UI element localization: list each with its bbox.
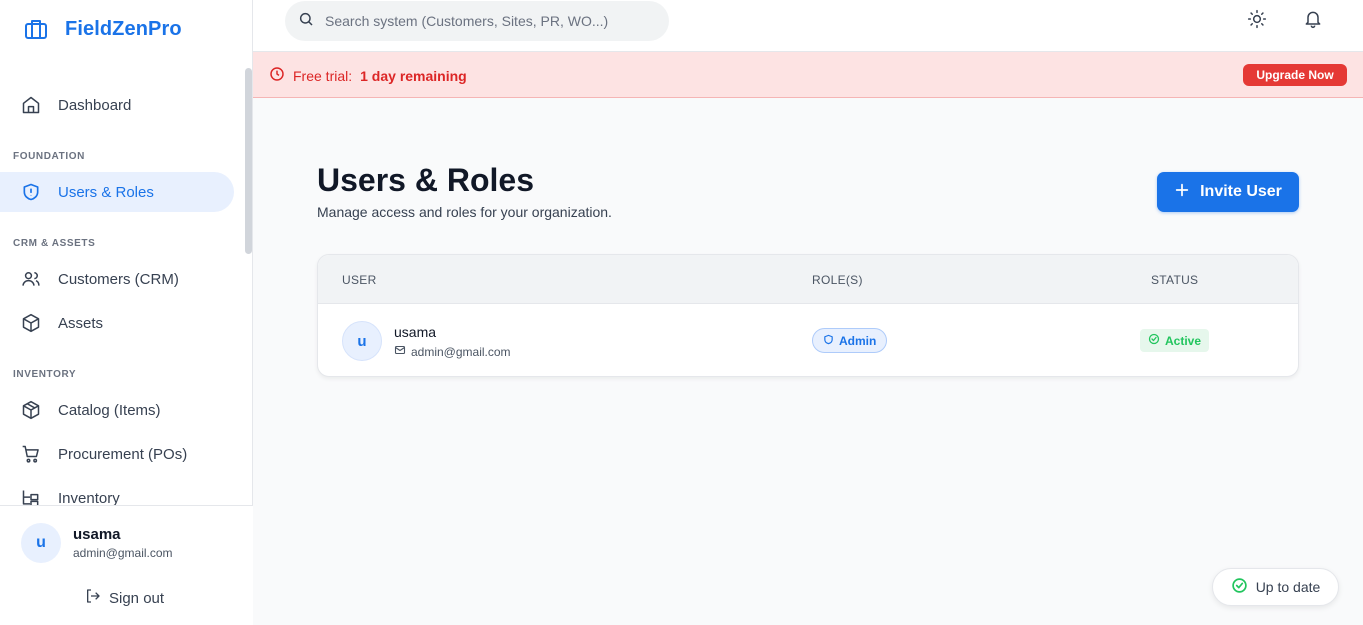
sync-status-label: Up to date (1255, 579, 1321, 595)
brand[interactable]: FieldZenPro (24, 16, 182, 42)
trial-remaining: 1 day remaining (360, 67, 467, 84)
column-header-user: USER (342, 273, 377, 287)
sun-icon (1247, 9, 1267, 34)
table-header: USER ROLE(S) STATUS (318, 255, 1298, 304)
sidebar-item-customers[interactable]: Customers (CRM) (0, 259, 234, 299)
trial-prefix: Free trial: (293, 67, 353, 84)
package-icon (21, 400, 41, 420)
avatar[interactable]: u (21, 523, 61, 563)
sidebar-item-label: Users & Roles (58, 183, 154, 201)
briefcase-icon (24, 17, 48, 41)
row-user-email: admin@gmail.com (394, 344, 511, 359)
sidebar-item-catalog[interactable]: Catalog (Items) (0, 390, 234, 430)
sign-out-label: Sign out (109, 589, 165, 607)
user-name: usama (73, 526, 121, 543)
box-icon (21, 313, 41, 333)
section-label-inventory: INVENTORY (13, 369, 77, 380)
sync-status-pill[interactable]: Up to date (1212, 568, 1339, 606)
user-email: admin@gmail.com (73, 546, 173, 560)
role-badge: Admin (812, 328, 888, 353)
page-title: Users & Roles (317, 162, 534, 198)
sidebar-item-inventory[interactable]: Inventory (0, 478, 234, 505)
clock-icon (269, 66, 285, 85)
check-circle-icon (1148, 333, 1160, 348)
section-label-crm-assets: CRM & ASSETS (13, 238, 96, 249)
sidebar-item-label: Dashboard (58, 96, 132, 114)
shield-icon (21, 182, 41, 202)
check-circle-icon (1231, 577, 1248, 597)
search-box[interactable] (285, 1, 669, 41)
sidebar-item-users-roles[interactable]: Users & Roles (0, 172, 234, 212)
invite-user-label: Invite User (1200, 183, 1282, 200)
section-label-foundation: FOUNDATION (13, 151, 85, 162)
row-user-name: usama (394, 324, 437, 340)
column-header-status: STATUS (1151, 273, 1199, 287)
trial-banner: Free trial: 1 day remaining Upgrade Now (253, 52, 1363, 98)
page-subtitle: Manage access and roles for your organiz… (317, 204, 612, 220)
mail-icon (394, 344, 406, 359)
sign-out-icon (85, 588, 101, 608)
top-bar (253, 0, 1363, 52)
home-icon (21, 95, 41, 115)
upgrade-now-button[interactable]: Upgrade Now (1243, 64, 1347, 86)
avatar: u (342, 321, 382, 361)
shield-icon (823, 334, 834, 348)
status-badge: Active (1140, 329, 1210, 352)
bell-icon (1303, 9, 1323, 34)
cart-icon (21, 444, 41, 464)
users-table: USER ROLE(S) STATUS u usama admin@gmail.… (317, 254, 1299, 377)
search-icon (298, 11, 314, 32)
search-input[interactable] (325, 13, 655, 29)
users-icon (21, 269, 41, 289)
sign-out-button[interactable]: Sign out (85, 588, 164, 608)
trial-message: Free trial: 1 day remaining (269, 66, 467, 85)
sidebar-user-panel: u usama admin@gmail.com Sign out (0, 505, 253, 625)
sidebar-item-label: Customers (CRM) (58, 270, 179, 288)
sidebar-item-label: Catalog (Items) (58, 401, 161, 419)
sidebar-item-dashboard[interactable]: Dashboard (0, 85, 234, 125)
brand-name: FieldZenPro (65, 17, 182, 40)
warehouse-icon (21, 488, 41, 505)
notifications-button[interactable] (1302, 10, 1324, 32)
plus-icon (1174, 182, 1190, 203)
sidebar-item-label: Assets (58, 314, 104, 332)
row-email-text: admin@gmail.com (411, 344, 511, 359)
sidebar-scrollbar[interactable] (245, 68, 252, 254)
role-label: Admin (839, 333, 877, 348)
sidebar-item-procurement[interactable]: Procurement (POs) (0, 434, 234, 474)
sidebar-item-assets[interactable]: Assets (0, 303, 234, 343)
theme-toggle-button[interactable] (1246, 9, 1268, 34)
sidebar-item-label: Inventory (58, 489, 120, 506)
invite-user-button[interactable]: Invite User (1157, 172, 1299, 212)
sidebar: FieldZenPro Dashboard FOUNDATION Users &… (0, 0, 253, 625)
status-label: Active (1165, 333, 1202, 348)
sidebar-item-label: Procurement (POs) (58, 445, 188, 463)
column-header-roles: ROLE(S) (812, 273, 863, 287)
sidebar-nav: Dashboard FOUNDATION Users & Roles CRM &… (0, 60, 244, 505)
